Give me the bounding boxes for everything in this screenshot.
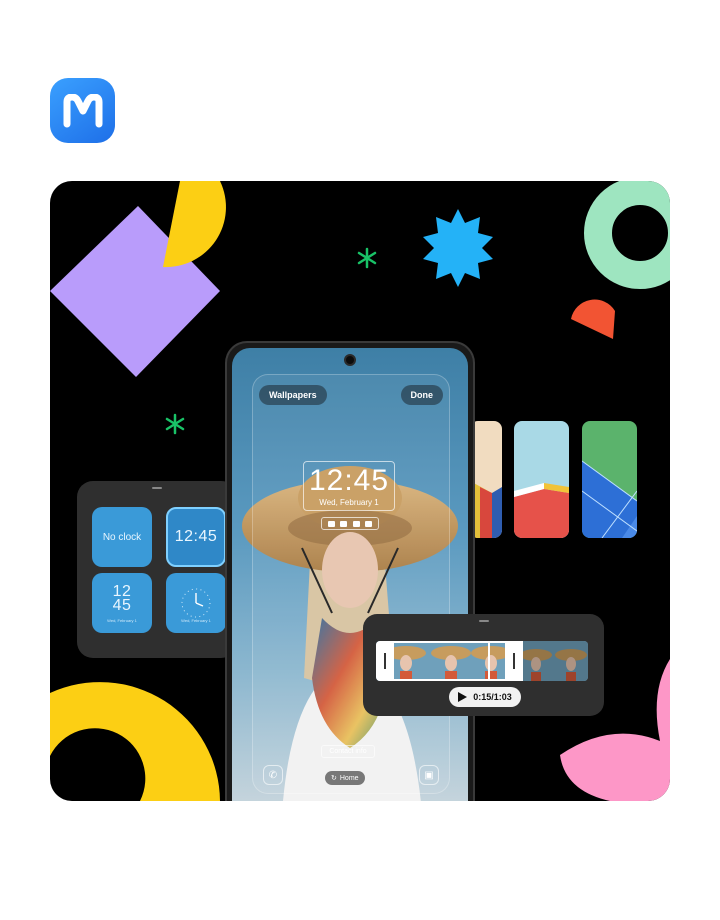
clock-style-panel: No clock 12:45 12 45 Wed, February 1 Wed,… xyxy=(77,481,237,658)
wallpaper-thumb-2[interactable] xyxy=(514,421,569,538)
clock-style-stacked[interactable]: 12 45 Wed, February 1 xyxy=(92,573,152,633)
clock-style-digital[interactable]: 12:45 xyxy=(166,507,226,567)
clock-style-analog[interactable]: Wed, February 1 xyxy=(166,573,226,633)
notification-icons[interactable] xyxy=(321,517,379,530)
video-time: 0:15/1:03 xyxy=(473,692,512,702)
analog-clock-icon xyxy=(181,588,211,618)
mint-ring-shape xyxy=(584,181,670,289)
lockscreen-frame: Wallpapers Done 12:45 Wed, February 1 Co… xyxy=(252,374,450,794)
blue-starburst-shape xyxy=(423,209,493,287)
camera-shortcut-icon[interactable]: ▣ xyxy=(419,765,439,785)
camera-icon xyxy=(344,354,356,366)
app-logo-icon[interactable] xyxy=(50,78,115,143)
panel-handle[interactable] xyxy=(478,620,489,622)
lock-clock-widget[interactable]: 12:45 Wed, February 1 xyxy=(303,461,395,511)
play-icon xyxy=(458,692,468,702)
clock-style-none[interactable]: No clock xyxy=(92,507,152,567)
video-trim-panel: 0:15/1:03 xyxy=(363,614,604,716)
home-button[interactable]: ↻ Home xyxy=(325,771,365,785)
missed-call-icon xyxy=(327,520,335,527)
video-frames-strip[interactable] xyxy=(376,641,588,681)
panel-handle[interactable] xyxy=(152,487,162,489)
lock-time: 12:45 xyxy=(308,464,390,497)
play-button[interactable]: 0:15/1:03 xyxy=(449,687,521,707)
wallpapers-button[interactable]: Wallpapers xyxy=(259,385,327,405)
phone-device: Wallpapers Done 12:45 Wed, February 1 Co… xyxy=(225,341,475,801)
contact-info-button[interactable]: Contact info xyxy=(321,745,375,758)
phone-screen: Wallpapers Done 12:45 Wed, February 1 Co… xyxy=(232,348,468,801)
mail-icon xyxy=(352,520,360,527)
lock-date: Wed, February 1 xyxy=(319,498,379,507)
yellow-ring-shape xyxy=(50,682,220,801)
message-icon xyxy=(340,520,348,527)
wallpaper-thumb-3[interactable] xyxy=(582,421,637,538)
coral-semicircle-shape xyxy=(571,299,615,339)
done-button[interactable]: Done xyxy=(400,385,443,405)
repeat-icon: ↻ xyxy=(331,775,337,782)
hero-card: No clock 12:45 12 45 Wed, February 1 Wed,… xyxy=(50,181,670,801)
count-badge-icon xyxy=(365,520,373,527)
phone-icon[interactable]: ✆ xyxy=(263,765,283,785)
